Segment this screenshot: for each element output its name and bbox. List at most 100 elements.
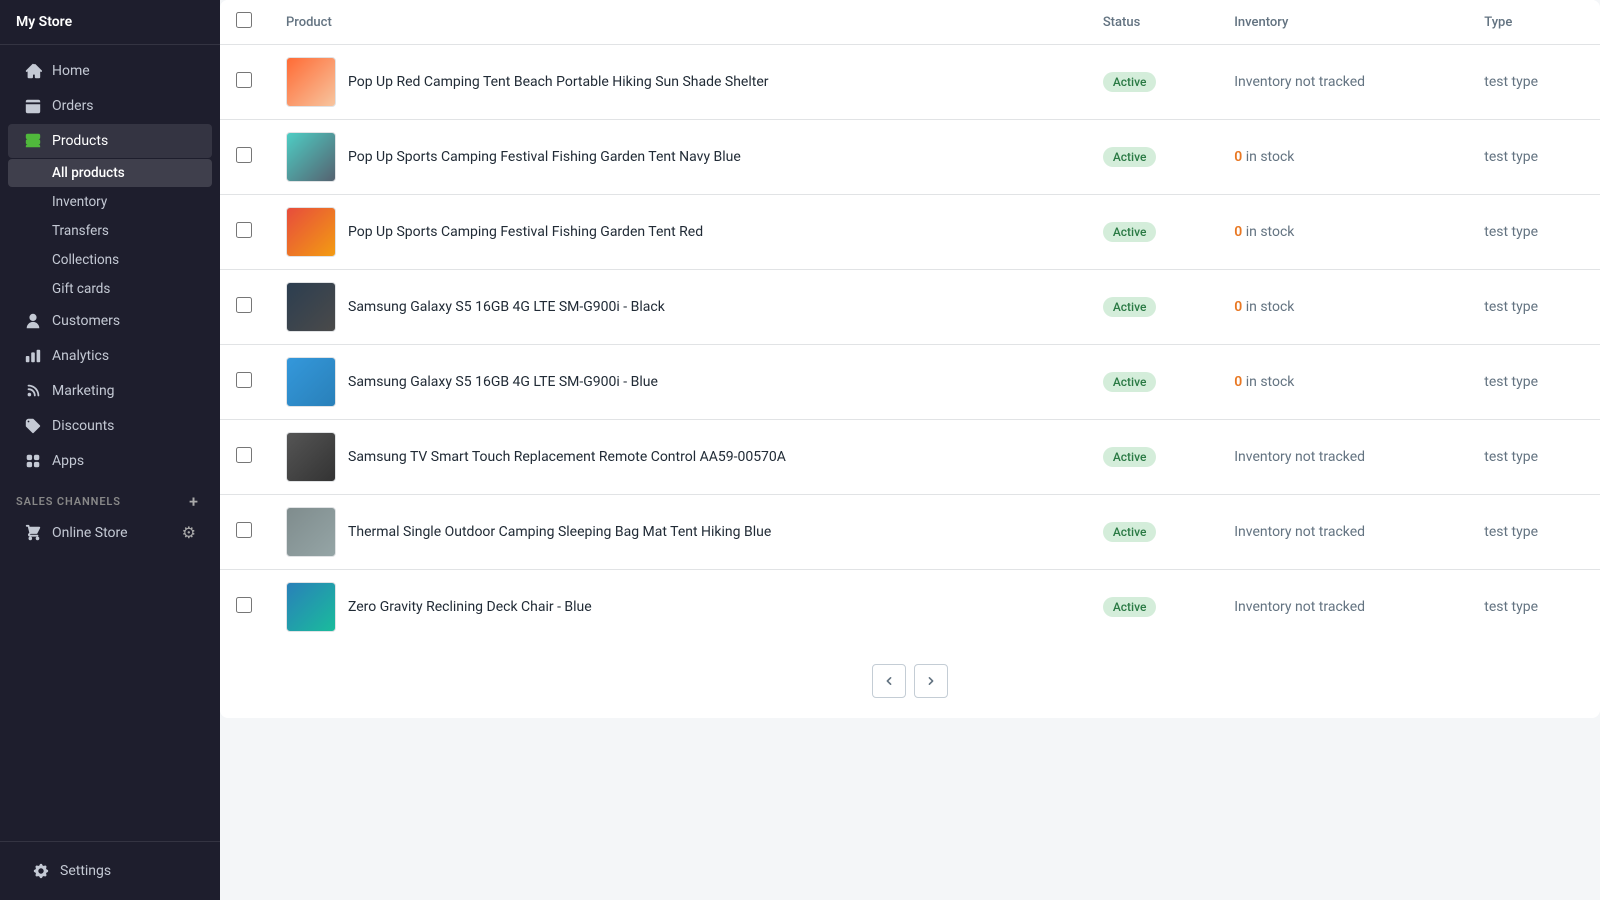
sidebar-sub-item-collections[interactable]: Collections	[8, 246, 212, 274]
table-row: Samsung Galaxy S5 16GB 4G LTE SM-G900i -…	[220, 345, 1600, 420]
sidebar-item-discounts[interactable]: Discounts	[8, 409, 212, 443]
sidebar-sub-item-collections-label: Collections	[52, 252, 119, 268]
status-badge: Active	[1103, 297, 1157, 317]
sidebar-item-settings-label: Settings	[60, 863, 111, 879]
status-badge: Active	[1103, 372, 1157, 392]
product-cell: Samsung Galaxy S5 16GB 4G LTE SM-G900i -…	[270, 345, 1087, 420]
sidebar-item-apps[interactable]: Apps	[8, 444, 212, 478]
row-checkbox[interactable]	[236, 297, 252, 313]
status-badge: Active	[1103, 147, 1157, 167]
status-cell: Active	[1087, 45, 1218, 120]
status-badge: Active	[1103, 597, 1157, 617]
status-badge: Active	[1103, 522, 1157, 542]
row-checkbox[interactable]	[236, 222, 252, 238]
store-name: My Store	[0, 0, 220, 45]
inventory-cell: Inventory not tracked	[1218, 420, 1468, 495]
inventory-cell: Inventory not tracked	[1218, 570, 1468, 645]
in-stock-label: in stock	[1242, 299, 1294, 315]
row-checkbox-cell	[220, 495, 270, 570]
select-all-checkbox[interactable]	[236, 12, 252, 28]
row-checkbox-cell	[220, 270, 270, 345]
sidebar-sub-item-all-products-label: All products	[52, 165, 125, 181]
sidebar-sub-item-all-products[interactable]: All products	[8, 159, 212, 187]
product-name[interactable]: Pop Up Sports Camping Festival Fishing G…	[348, 224, 703, 240]
sidebar-item-orders[interactable]: Orders	[8, 89, 212, 123]
sidebar-item-products[interactable]: Products	[8, 124, 212, 158]
sidebar-sub-item-gift-cards[interactable]: Gift cards	[8, 275, 212, 303]
sidebar-item-home-label: Home	[52, 63, 90, 79]
product-name[interactable]: Pop Up Sports Camping Festival Fishing G…	[348, 149, 741, 165]
sidebar-sub-item-inventory[interactable]: Inventory	[8, 188, 212, 216]
online-store-settings-icon[interactable]: ⚙	[182, 523, 196, 542]
products-icon	[24, 132, 42, 150]
product-thumbnail	[286, 357, 336, 407]
product-name[interactable]: Zero Gravity Reclining Deck Chair - Blue	[348, 599, 592, 615]
sidebar-item-customers-label: Customers	[52, 313, 120, 329]
settings-icon	[32, 862, 50, 880]
row-checkbox[interactable]	[236, 72, 252, 88]
inventory-cell: 0 in stock	[1218, 345, 1468, 420]
row-checkbox[interactable]	[236, 147, 252, 163]
status-cell: Active	[1087, 420, 1218, 495]
sidebar-item-online-store[interactable]: Online Store ⚙	[8, 516, 212, 549]
row-checkbox[interactable]	[236, 372, 252, 388]
type-cell: test type	[1468, 495, 1600, 570]
product-thumbnail	[286, 432, 336, 482]
inventory-cell: Inventory not tracked	[1218, 495, 1468, 570]
row-checkbox-cell	[220, 195, 270, 270]
sidebar-sub-item-inventory-label: Inventory	[52, 194, 107, 210]
inventory-cell: 0 in stock	[1218, 270, 1468, 345]
product-cell: Thermal Single Outdoor Camping Sleeping …	[270, 495, 1087, 570]
type-cell: test type	[1468, 45, 1600, 120]
product-thumbnail	[286, 207, 336, 257]
online-store-left: Online Store	[24, 524, 128, 542]
sidebar-nav: Home Orders Products All products Invent…	[0, 45, 220, 841]
online-store-label: Online Store	[52, 525, 128, 541]
row-checkbox-cell	[220, 345, 270, 420]
product-name[interactable]: Pop Up Red Camping Tent Beach Portable H…	[348, 74, 769, 90]
product-name[interactable]: Samsung Galaxy S5 16GB 4G LTE SM-G900i -…	[348, 374, 658, 390]
orders-icon	[24, 97, 42, 115]
header-product: Product	[270, 0, 1087, 45]
product-cell: Samsung Galaxy S5 16GB 4G LTE SM-G900i -…	[270, 270, 1087, 345]
product-thumbnail	[286, 507, 336, 557]
sidebar-item-home[interactable]: Home	[8, 54, 212, 88]
sidebar-item-orders-label: Orders	[52, 98, 94, 114]
sidebar-item-marketing-label: Marketing	[52, 383, 115, 399]
row-checkbox[interactable]	[236, 447, 252, 463]
sidebar-item-analytics-label: Analytics	[52, 348, 109, 364]
product-name[interactable]: Samsung TV Smart Touch Replacement Remot…	[348, 449, 786, 465]
sidebar-item-discounts-label: Discounts	[52, 418, 114, 434]
add-sales-channel-button[interactable]: +	[184, 491, 204, 511]
table-header: Product Status Inventory Type	[220, 0, 1600, 45]
row-checkbox[interactable]	[236, 597, 252, 613]
sidebar-item-settings[interactable]: Settings	[16, 854, 204, 888]
row-checkbox-cell	[220, 120, 270, 195]
sidebar-settings: Settings	[0, 841, 220, 900]
product-thumbnail	[286, 132, 336, 182]
type-cell: test type	[1468, 270, 1600, 345]
header-checkbox-cell	[220, 0, 270, 45]
type-cell: test type	[1468, 345, 1600, 420]
inventory-cell: Inventory not tracked	[1218, 45, 1468, 120]
prev-page-button[interactable]	[872, 664, 906, 698]
products-tbody: Pop Up Red Camping Tent Beach Portable H…	[220, 45, 1600, 645]
sidebar-sub-item-transfers[interactable]: Transfers	[8, 217, 212, 245]
sidebar-item-customers[interactable]: Customers	[8, 304, 212, 338]
status-cell: Active	[1087, 195, 1218, 270]
type-cell: test type	[1468, 120, 1600, 195]
sales-channels-label: SALES CHANNELS	[16, 495, 121, 508]
status-badge: Active	[1103, 447, 1157, 467]
row-checkbox-cell	[220, 420, 270, 495]
product-thumbnail	[286, 582, 336, 632]
sidebar-item-apps-label: Apps	[52, 453, 84, 469]
sidebar-item-marketing[interactable]: Marketing	[8, 374, 212, 408]
product-cell: Pop Up Red Camping Tent Beach Portable H…	[270, 45, 1087, 120]
product-name[interactable]: Thermal Single Outdoor Camping Sleeping …	[348, 524, 771, 540]
row-checkbox[interactable]	[236, 522, 252, 538]
product-name[interactable]: Samsung Galaxy S5 16GB 4G LTE SM-G900i -…	[348, 299, 665, 315]
sidebar-item-analytics[interactable]: Analytics	[8, 339, 212, 373]
product-cell: Samsung TV Smart Touch Replacement Remot…	[270, 420, 1087, 495]
next-page-button[interactable]	[914, 664, 948, 698]
header-inventory: Inventory	[1218, 0, 1468, 45]
